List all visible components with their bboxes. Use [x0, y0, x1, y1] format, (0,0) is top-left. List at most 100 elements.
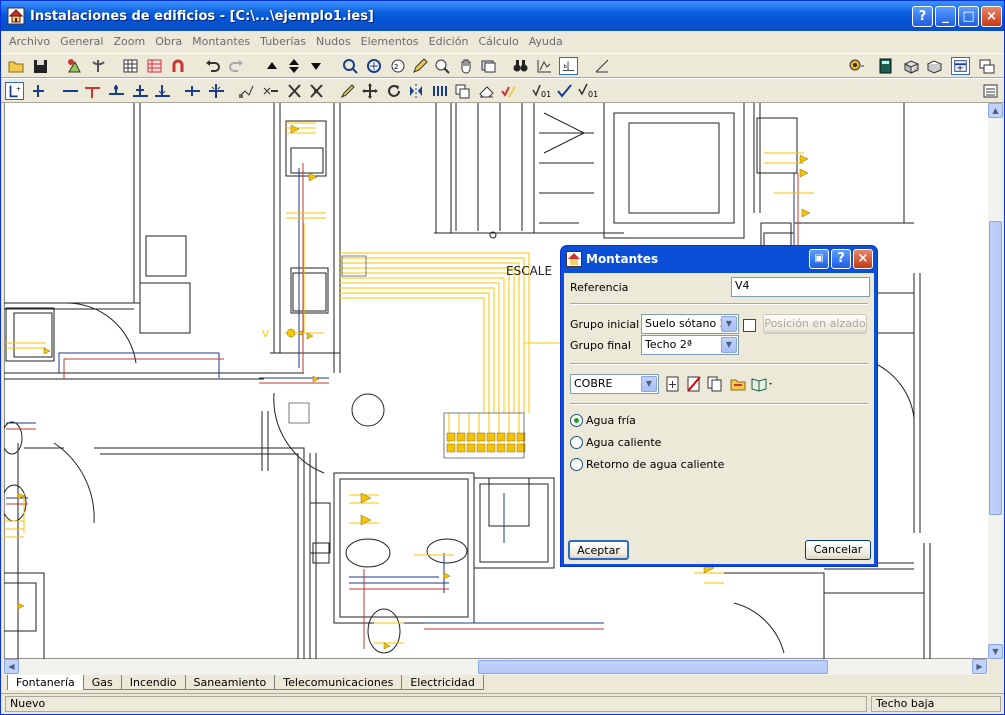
dialog-title-bar[interactable]: Montantes ▣ ? ×	[561, 246, 877, 272]
grupo-inicial-select[interactable]: Suelo sótano 2 ▼	[641, 314, 739, 334]
check-v-icon[interactable]: 01	[531, 82, 552, 100]
pencil-icon[interactable]	[411, 57, 430, 75]
up-arrow-icon[interactable]	[263, 57, 282, 75]
zoom-icon[interactable]: 2	[389, 57, 408, 75]
array-icon[interactable]	[431, 82, 450, 100]
table-tool-icon[interactable]	[145, 57, 164, 75]
open-folder-icon[interactable]	[7, 57, 26, 75]
cross-node-icon[interactable]	[131, 82, 150, 100]
posicion-checkbox[interactable]	[743, 319, 756, 332]
toolbar-options-icon[interactable]	[981, 82, 1000, 100]
dialog-close-button[interactable]: ×	[853, 249, 873, 269]
menu-obra[interactable]: Obra	[150, 35, 187, 48]
menu-montantes[interactable]: Montantes	[187, 35, 255, 48]
maximize-button[interactable]: □	[958, 6, 979, 27]
measure-icon[interactable]	[593, 57, 612, 75]
scroll-down-icon[interactable]: ▼	[988, 644, 1003, 659]
pipe-line-icon[interactable]	[61, 82, 80, 100]
tee-icon[interactable]	[83, 82, 102, 100]
close-button[interactable]: ×	[981, 6, 1002, 27]
check-pen-icon[interactable]	[499, 82, 518, 100]
title-bar[interactable]: Instalaciones de edificios - [C:\...\eje…	[1, 1, 1004, 31]
layers-icon[interactable]	[479, 57, 498, 75]
folder-material-icon[interactable]	[730, 376, 746, 392]
menu-archivo[interactable]: Archivo	[4, 35, 55, 48]
undo-icon[interactable]	[203, 57, 222, 75]
box-icon[interactable]	[902, 57, 921, 75]
rotate-icon[interactable]	[385, 82, 404, 100]
magnet-icon[interactable]	[169, 57, 188, 75]
menu-ayuda[interactable]: Ayuda	[524, 35, 568, 48]
riser-edit-icon[interactable]	[29, 82, 48, 100]
add-material-icon[interactable]	[665, 376, 681, 392]
move-node-icon[interactable]	[207, 82, 226, 100]
menu-tuberias[interactable]: Tuberías	[255, 35, 311, 48]
vertical-scrollbar[interactable]: ▲ ▼	[988, 103, 1003, 659]
level-icon[interactable]: b	[559, 57, 578, 75]
pen-icon[interactable]	[339, 82, 358, 100]
chevron-down-icon[interactable]: ▼	[721, 316, 737, 332]
globe-pin-icon[interactable]	[847, 57, 866, 75]
dialog-help-button[interactable]: ?	[831, 249, 851, 269]
menu-edicion[interactable]: Edición	[424, 35, 474, 48]
plot-icon[interactable]	[535, 57, 554, 75]
tap-icon[interactable]	[307, 82, 326, 100]
riser-tool-icon[interactable]: +	[5, 82, 24, 100]
valve-icon[interactable]	[261, 82, 280, 100]
check-all-icon[interactable]: 01	[577, 82, 598, 100]
hourglass-icon[interactable]	[285, 82, 304, 100]
tab-gas[interactable]: Gas	[82, 675, 122, 690]
scroll-right-icon[interactable]: ▶	[972, 659, 987, 674]
library-icon[interactable]	[751, 376, 775, 392]
grupo-final-select[interactable]: Techo 2ª ▼	[641, 335, 739, 355]
horizontal-scrollbar[interactable]: ◀ ▶	[4, 659, 988, 675]
node-down-icon[interactable]	[153, 82, 172, 100]
chevron-down-icon[interactable]: ▼	[641, 376, 657, 392]
mirror-icon[interactable]	[407, 82, 426, 100]
tool-a-icon[interactable]	[65, 57, 84, 75]
zoom-in-icon[interactable]	[433, 57, 452, 75]
aceptar-button[interactable]: Aceptar	[568, 540, 629, 560]
scroll-left-icon[interactable]: ◀	[4, 659, 19, 674]
split-icon[interactable]	[183, 82, 202, 100]
menu-general[interactable]: General	[55, 35, 108, 48]
referencia-input[interactable]: V4	[731, 277, 870, 297]
select-icon[interactable]	[341, 57, 360, 75]
dialog-book-icon[interactable]: ▣	[809, 249, 829, 269]
radio-agua-caliente[interactable]	[570, 436, 583, 449]
checkmark-icon[interactable]	[555, 82, 574, 100]
eraser-icon[interactable]	[477, 82, 496, 100]
up-down-icon[interactable]	[285, 57, 304, 75]
node-icon[interactable]	[107, 82, 126, 100]
delete-material-icon[interactable]	[686, 376, 702, 392]
menu-elementos[interactable]: Elementos	[356, 35, 424, 48]
minimize-button[interactable]: _	[935, 6, 956, 27]
material-select[interactable]: COBRE ▼	[570, 374, 659, 394]
pan-hand-icon[interactable]	[457, 57, 476, 75]
tab-incendio[interactable]: Incendio	[120, 675, 186, 690]
radio-agua-fria[interactable]	[570, 414, 583, 427]
menu-zoom[interactable]: Zoom	[108, 35, 150, 48]
horizontal-scroll-thumb[interactable]	[478, 660, 828, 674]
scroll-up-icon[interactable]: ▲	[988, 103, 1003, 118]
tab-telecomunicaciones[interactable]: Telecomunicaciones	[274, 675, 403, 690]
grid-view-icon[interactable]	[951, 57, 970, 75]
box-open-icon[interactable]	[925, 57, 944, 75]
tab-electricidad[interactable]: Electricidad	[401, 675, 484, 690]
down-arrow-icon[interactable]	[307, 57, 326, 75]
window-icon[interactable]	[977, 57, 996, 75]
tab-saneamiento[interactable]: Saneamiento	[184, 675, 276, 690]
tool-b-icon[interactable]	[89, 57, 108, 75]
zoom-window-icon[interactable]	[365, 57, 384, 75]
save-icon[interactable]	[31, 57, 50, 75]
binoculars-icon[interactable]	[511, 57, 530, 75]
help-button[interactable]: ?	[912, 6, 933, 27]
move-icon[interactable]	[361, 82, 380, 100]
cancelar-button[interactable]: Cancelar	[805, 540, 871, 560]
tab-fontaneria[interactable]: Fontanería	[7, 675, 84, 690]
copy-material-icon[interactable]	[707, 376, 723, 392]
menu-nudos[interactable]: Nudos	[311, 35, 356, 48]
vertical-scroll-thumb[interactable]	[989, 221, 1002, 515]
fitting-icon[interactable]	[237, 82, 256, 100]
chevron-down-icon[interactable]: ▼	[721, 337, 737, 353]
